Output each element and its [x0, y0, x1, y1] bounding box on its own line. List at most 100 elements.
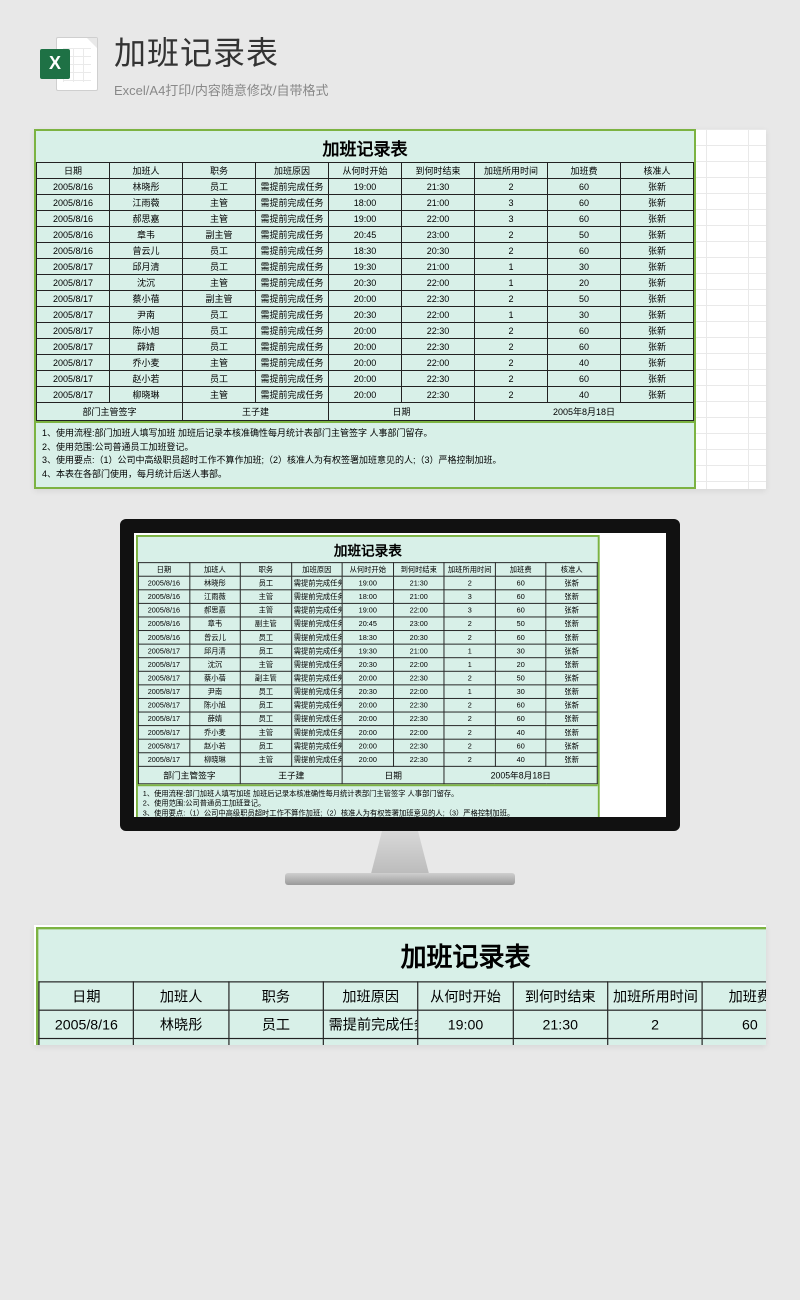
cell: 2005/8/17: [37, 339, 110, 355]
cell: 2: [475, 291, 548, 307]
page-title: 加班记录表: [114, 28, 760, 74]
monitor-mockup: 加班记录表日期加班人职务加班原因从何时开始到何时结束加班所用时间加班费核准人20…: [0, 519, 800, 885]
table-row: 2005/8/17柳晓琳主管需提前完成任务20:0022:30240张新: [37, 387, 694, 403]
cell: 张新: [546, 603, 597, 617]
table-row: 2005/8/17邱月清员工需提前完成任务19:3021:00130张新: [37, 259, 694, 275]
cell: 乔小麦: [189, 726, 240, 740]
cell: 需提前完成任务: [291, 590, 342, 604]
sig-label: 部门主管签字: [138, 766, 240, 783]
cell: 2005/8/16: [37, 243, 110, 259]
cell: 张新: [546, 590, 597, 604]
table-row: 2005/8/17赵小若员工需提前完成任务20:0022:30260张新: [138, 739, 597, 753]
cell: 2005/8/17: [138, 685, 189, 699]
cell: 22:30: [402, 371, 475, 387]
cell: 60: [702, 1010, 766, 1038]
cell: 张新: [546, 658, 597, 672]
cell: 20:00: [342, 753, 393, 767]
cell: 需提前完成任务: [291, 603, 342, 617]
cell: 21:00: [393, 644, 444, 658]
note-line: 1、使用流程:部门加班人填写加班 加班后记录本核准确性每月统计表部门主管签字 人…: [42, 427, 688, 441]
cell: 20:30: [342, 658, 393, 672]
cell: 1: [444, 658, 495, 672]
cell: 2: [444, 698, 495, 712]
cell: 需提前完成任务: [256, 355, 329, 371]
page-header: X 加班记录表 Excel/A4打印/内容随意修改/自带格式: [0, 0, 800, 111]
cell: 22:30: [402, 291, 475, 307]
cell: 张新: [621, 179, 694, 195]
cell: 2: [444, 631, 495, 645]
cell: 需提前完成任务: [256, 371, 329, 387]
cell: 员工: [183, 307, 256, 323]
table-row: 2005/8/17赵小若员工需提前完成任务20:0022:30260张新: [37, 371, 694, 387]
column-header: 职务: [240, 563, 291, 577]
cell: 张新: [546, 685, 597, 699]
column-header: 职务: [183, 163, 256, 179]
cell: 主管: [183, 275, 256, 291]
column-header: 日期: [39, 982, 134, 1010]
cell: 林晓彤: [110, 179, 183, 195]
usage-notes: 1、使用流程:部门加班人填写加班 加班后记录本核准确性每月统计表部门主管签字 人…: [138, 784, 598, 831]
sig-value: 王子建: [240, 766, 342, 783]
column-header: 加班费: [548, 163, 621, 179]
cell: 乔小麦: [110, 355, 183, 371]
cell: 张新: [621, 371, 694, 387]
cell: 20:00: [329, 355, 402, 371]
cell: 50: [495, 671, 546, 685]
cell: 需提前完成任务: [323, 1010, 418, 1038]
cell: 张新: [621, 243, 694, 259]
cell: 60: [495, 739, 546, 753]
cell: 需提前完成任务: [291, 698, 342, 712]
cell: 60: [702, 1039, 766, 1045]
sig-date-label: 日期: [329, 403, 475, 421]
cell: 员工: [240, 712, 291, 726]
cell: 张新: [546, 576, 597, 590]
cell: 需提前完成任务: [256, 339, 329, 355]
cell: 30: [548, 307, 621, 323]
cell: 19:00: [329, 179, 402, 195]
cell: 张新: [621, 355, 694, 371]
column-header: 核准人: [546, 563, 597, 577]
cell: 2005/8/16: [138, 631, 189, 645]
cell: 19:00: [418, 1010, 513, 1038]
cell: 21:00: [393, 590, 444, 604]
table-row: 2005/8/16曾云儿员工需提前完成任务18:3020:30260张新: [138, 631, 597, 645]
cell: 2005/8/17: [37, 291, 110, 307]
cell: 主管: [240, 753, 291, 767]
column-header: 加班原因: [291, 563, 342, 577]
sig-date-label: 日期: [342, 766, 444, 783]
cell: 2: [475, 371, 548, 387]
cell: 2: [475, 355, 548, 371]
column-header: 加班费: [702, 982, 766, 1010]
cell: 19:30: [342, 644, 393, 658]
cell: 主管: [240, 726, 291, 740]
cell: 员工: [240, 739, 291, 753]
cell: 赵小若: [189, 739, 240, 753]
cell: 需提前完成任务: [256, 195, 329, 211]
cell: 60: [495, 712, 546, 726]
cell: 2005/8/17: [37, 307, 110, 323]
cell: 柳晓琳: [110, 387, 183, 403]
cell: 尹南: [110, 307, 183, 323]
cell: 2005/8/17: [37, 355, 110, 371]
sig-label: 部门主管签字: [37, 403, 183, 421]
cell: 2005/8/16: [37, 227, 110, 243]
cell: 张新: [621, 307, 694, 323]
cell: 员工: [183, 179, 256, 195]
cell: 2: [444, 671, 495, 685]
cell: 22:30: [393, 671, 444, 685]
column-header: 加班费: [495, 563, 546, 577]
table-row: 2005/8/17沈沉主管需提前完成任务20:3022:00120张新: [37, 275, 694, 291]
table-row: 2005/8/17沈沉主管需提前完成任务20:3022:00120张新: [138, 658, 597, 672]
table-row: 2005/8/16林晓彤员工需提前完成任务19:0021:30260张新: [37, 179, 694, 195]
note-line: 3、使用要点:（1）公司中高级职员超时工作不算作加班;（2）核准人为有权签署加班…: [143, 809, 593, 819]
cell: 20:00: [329, 339, 402, 355]
cell: 章韦: [189, 617, 240, 631]
note-line: 2、使用范围:公司普通员工加班登记。: [143, 799, 593, 809]
cell: 20:00: [329, 323, 402, 339]
cell: 曾云儿: [189, 631, 240, 645]
cell: 2005/8/17: [138, 698, 189, 712]
excel-x-badge: X: [40, 49, 70, 79]
cell: 2005/8/16: [138, 590, 189, 604]
cell: 21:00: [402, 195, 475, 211]
cell: 2005/8/17: [138, 658, 189, 672]
